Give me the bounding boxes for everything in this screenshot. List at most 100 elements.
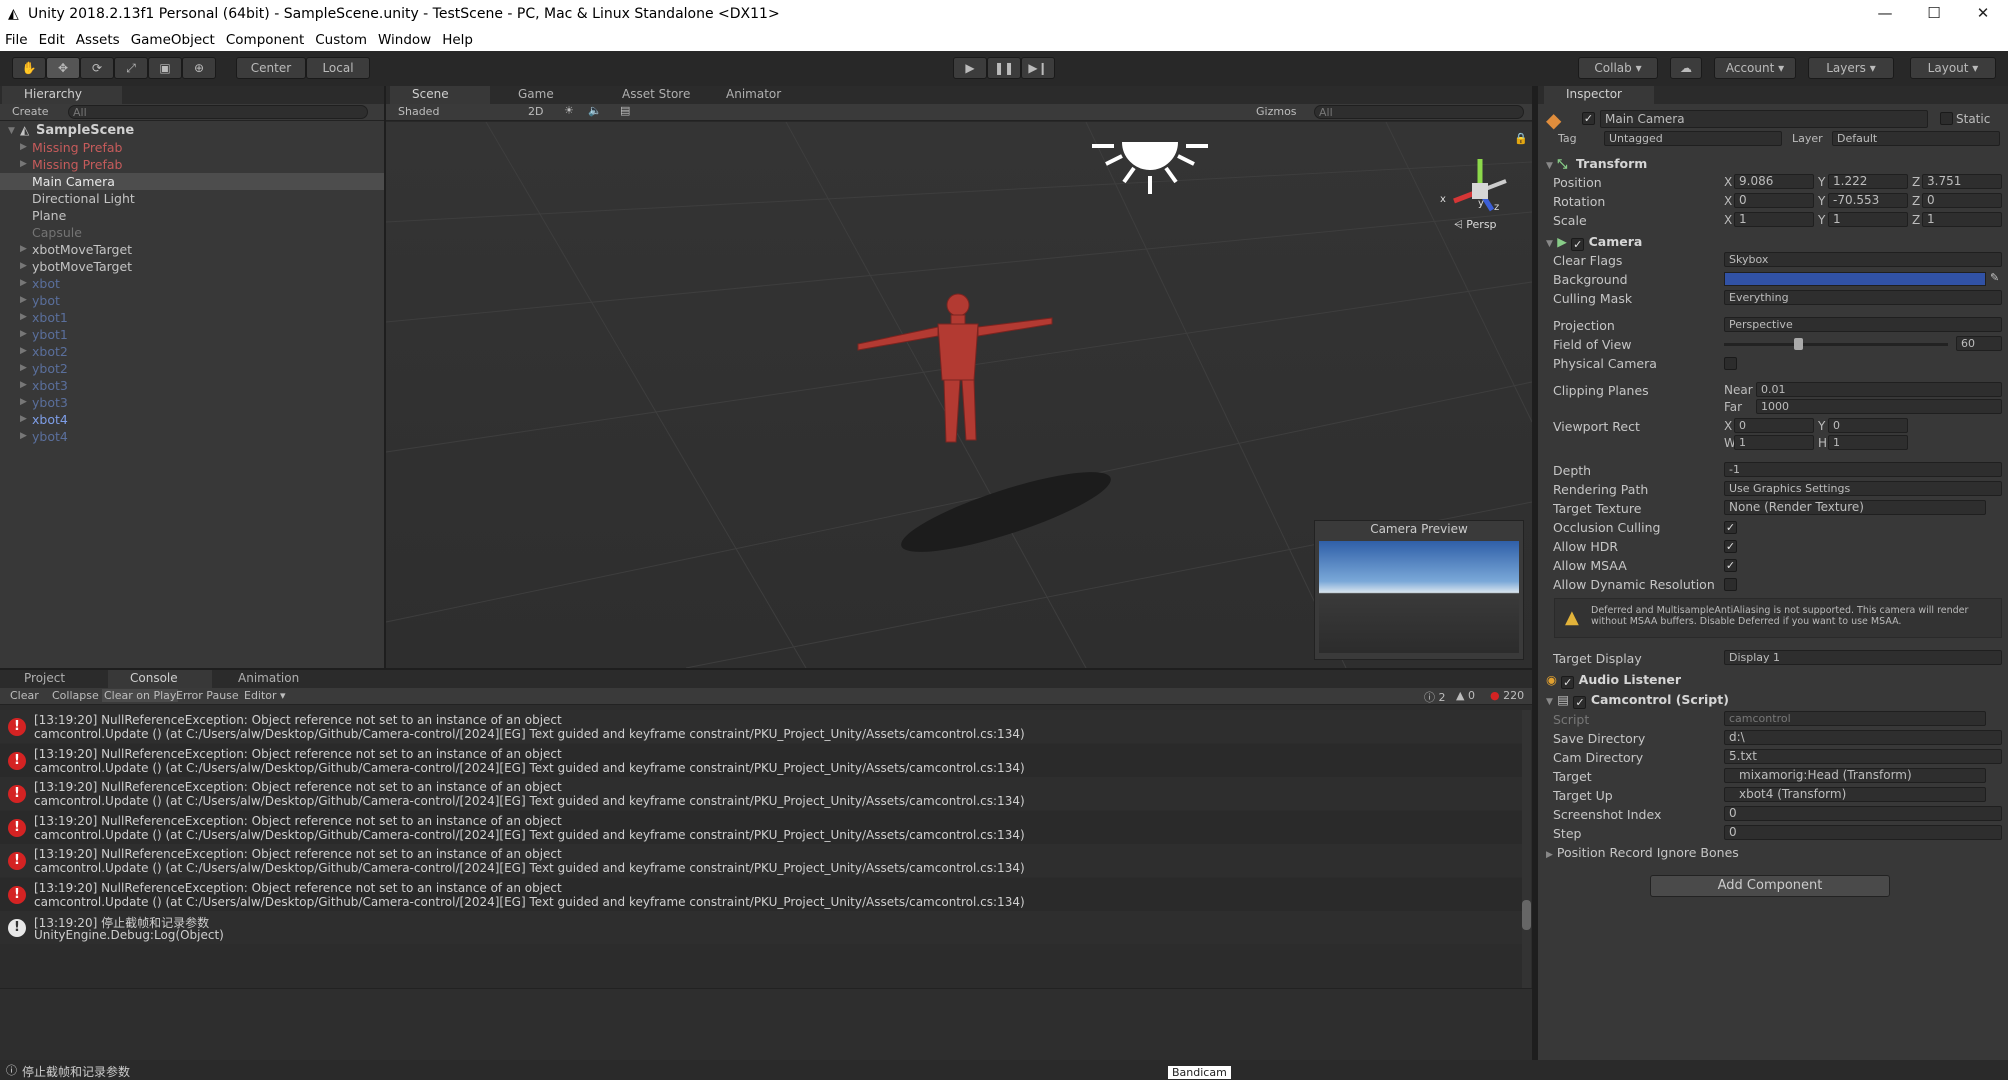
hierarchy-item[interactable]: ybot4 xyxy=(32,429,68,444)
target-texture-field[interactable]: None (Render Texture) xyxy=(1724,500,1986,515)
expand-arrow-icon[interactable]: ▶ xyxy=(20,431,27,441)
tab-console[interactable]: Console xyxy=(108,670,212,688)
warning-count[interactable]: ▲ 0 xyxy=(1456,689,1475,702)
scale-tool-icon[interactable]: ⤢ xyxy=(114,57,148,79)
fov-slider[interactable] xyxy=(1724,343,1948,346)
menu-edit[interactable]: Edit xyxy=(34,30,71,48)
hierarchy-item[interactable]: ybot xyxy=(32,293,60,308)
x-axis-label[interactable]: X xyxy=(1724,213,1732,227)
tab-asset-store[interactable]: Asset Store xyxy=(600,86,700,104)
minimize-button[interactable]: — xyxy=(1862,4,1908,26)
occlusion-culling-checkbox[interactable]: ✓ xyxy=(1724,521,1737,534)
play-button[interactable]: ▶ xyxy=(953,57,987,79)
move-tool-icon[interactable]: ✥ xyxy=(46,57,80,79)
tab-project[interactable]: Project xyxy=(2,670,102,688)
account-button[interactable]: Account ▾ xyxy=(1714,57,1796,79)
expand-arrow-icon[interactable]: ▶ xyxy=(20,346,27,356)
console-clear-on-play-button[interactable]: Clear on Play xyxy=(102,689,179,702)
console-row[interactable]: ! [13:19:20] NullReferenceException: Obje… xyxy=(0,710,1525,743)
pos-y-field[interactable]: 1.222 xyxy=(1828,174,1908,189)
shading-mode-dropdown[interactable]: Shaded xyxy=(398,105,439,118)
cam-directory-field[interactable]: 5.txt xyxy=(1724,749,2002,764)
console-row[interactable]: ! [13:19:20] NullReferenceException: Obje… xyxy=(0,844,1525,877)
hierarchy-item[interactable]: ybot3 xyxy=(32,395,68,410)
target-display-dropdown[interactable]: Display 1 xyxy=(1724,650,2002,665)
rotate-tool-icon[interactable]: ⟳ xyxy=(80,57,114,79)
transform-tool-icon[interactable]: ⊕ xyxy=(182,57,216,79)
expand-arrow-icon[interactable]: ▶ xyxy=(20,244,27,254)
info-count[interactable]: ⓘ 2 xyxy=(1424,689,1446,705)
console-row[interactable]: ! [13:19:20] NullReferenceException: Obje… xyxy=(0,743,1525,777)
console-row[interactable]: ! [13:19:20] 停止截帧和记录参数 UnityEngine.Debug:L… xyxy=(0,911,1525,944)
sc-y-field[interactable]: 1 xyxy=(1828,212,1908,227)
layer-dropdown[interactable]: Default xyxy=(1832,131,2000,146)
eyedropper-icon[interactable]: ✎ xyxy=(1990,271,1999,284)
rot-z-field[interactable]: 0 xyxy=(1922,193,2002,208)
viewport-h-field[interactable]: 1 xyxy=(1828,435,1908,450)
hierarchy-item[interactable]: Main Camera xyxy=(32,174,115,189)
tab-animator[interactable]: Animator xyxy=(704,86,804,104)
background-color-swatch[interactable] xyxy=(1724,272,1986,286)
z-axis-label[interactable]: Z xyxy=(1912,194,1920,208)
console-clear-button[interactable]: Clear xyxy=(10,689,39,702)
expand-arrow-icon[interactable]: ▶ xyxy=(20,159,27,169)
hierarchy-item[interactable]: Missing Prefab xyxy=(32,157,122,172)
audio-listener-header[interactable]: ◉ ✓ Audio Listener xyxy=(1546,672,1681,692)
console-error-pause-button[interactable]: Error Pause xyxy=(176,689,239,702)
tab-inspector[interactable]: Inspector xyxy=(1544,86,1654,104)
sc-z-field[interactable]: 1 xyxy=(1922,212,2002,227)
layout-button[interactable]: Layout ▾ xyxy=(1910,57,1996,79)
tab-hierarchy[interactable]: Hierarchy xyxy=(2,86,122,104)
console-row[interactable]: ! [13:19:20] NullReferenceException: Obje… xyxy=(0,777,1525,810)
viewport-w-field[interactable]: 1 xyxy=(1734,435,1814,450)
tab-animation[interactable]: Animation xyxy=(216,670,326,688)
z-axis-label[interactable]: Z xyxy=(1912,175,1920,189)
scene-search-input[interactable]: All xyxy=(1314,105,1524,119)
audio-toggle-icon[interactable]: 🔈 xyxy=(588,104,602,117)
expand-arrow-icon[interactable]: ▶ xyxy=(20,363,27,373)
console-editor-dropdown[interactable]: Editor ▾ xyxy=(244,689,286,702)
hierarchy-item[interactable]: xbot2 xyxy=(32,344,68,359)
x-axis-label[interactable]: X xyxy=(1724,175,1732,189)
scene-root[interactable]: SampleScene xyxy=(36,123,134,138)
pos-z-field[interactable]: 3.751 xyxy=(1922,174,2002,189)
create-dropdown[interactable]: Create xyxy=(12,105,49,118)
allow-dynres-checkbox[interactable] xyxy=(1724,578,1737,591)
step-field[interactable]: 0 xyxy=(1724,825,2002,840)
fov-field[interactable]: 60 xyxy=(1956,336,2002,351)
menu-help[interactable]: Help xyxy=(437,30,479,48)
fov-slider-handle[interactable] xyxy=(1794,338,1803,350)
target-up-field[interactable]: xbot4 (Transform) xyxy=(1724,787,1986,802)
menu-file[interactable]: File xyxy=(0,30,34,48)
menu-window[interactable]: Window xyxy=(373,30,437,48)
collab-button[interactable]: Collab ▾ xyxy=(1578,57,1658,79)
layers-button[interactable]: Layers ▾ xyxy=(1808,57,1894,79)
menu-assets[interactable]: Assets xyxy=(71,30,126,48)
expand-arrow-icon[interactable]: ▶ xyxy=(20,278,27,288)
hierarchy-item[interactable]: Plane xyxy=(32,208,66,223)
hierarchy-search-input[interactable]: All xyxy=(68,105,368,119)
mode-2d-toggle[interactable]: 2D xyxy=(528,105,543,118)
console-scrollbar[interactable] xyxy=(1522,710,1531,988)
culling-mask-dropdown[interactable]: Everything xyxy=(1724,290,2002,305)
expand-arrow-icon[interactable]: ▶ xyxy=(20,261,27,271)
console-collapse-button[interactable]: Collapse xyxy=(52,689,99,702)
camcontrol-header[interactable]: ▼ ▤ ✓ Camcontrol (Script) xyxy=(1546,692,1729,712)
tab-scene[interactable]: Scene xyxy=(390,86,490,104)
tag-dropdown[interactable]: Untagged xyxy=(1604,131,1782,146)
hierarchy-item[interactable]: xbot xyxy=(32,276,60,291)
lock-icon[interactable]: 🔒 xyxy=(1514,132,1528,145)
hierarchy-item[interactable]: Directional Light xyxy=(32,191,135,206)
expand-arrow-icon[interactable]: ▶ xyxy=(20,329,27,339)
maximize-button[interactable]: ☐ xyxy=(1911,4,1957,26)
x-axis-label[interactable]: X xyxy=(1724,194,1732,208)
hierarchy-item[interactable]: xbot4 xyxy=(32,412,68,427)
step-button[interactable]: ▶❙ xyxy=(1021,57,1055,79)
pivot-center-button[interactable]: Center xyxy=(236,57,306,79)
hierarchy-item[interactable]: xbotMoveTarget xyxy=(32,242,132,257)
pause-button[interactable]: ❚❚ xyxy=(987,57,1021,79)
static-checkbox[interactable] xyxy=(1940,112,1953,125)
expand-arrow-icon[interactable]: ▶ xyxy=(20,414,27,424)
projection-toggle[interactable]: ⩤ Persp xyxy=(1454,218,1497,232)
hierarchy-item[interactable]: Capsule xyxy=(32,225,82,240)
